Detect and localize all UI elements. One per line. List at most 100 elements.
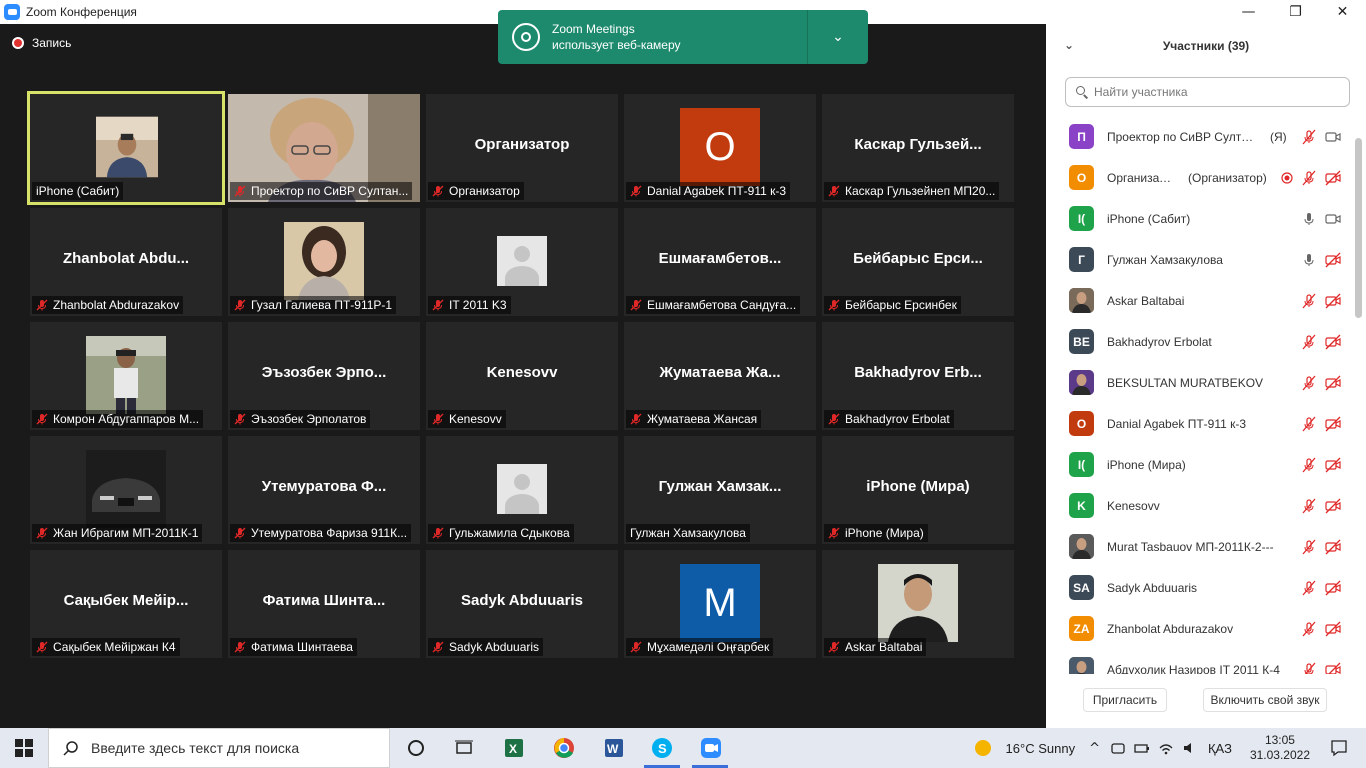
mic-muted-icon[interactable]: [1301, 334, 1317, 350]
clock[interactable]: 13:05 31.03.2022: [1250, 733, 1310, 763]
video-off-icon[interactable]: [1325, 580, 1341, 596]
video-tile[interactable]: Комрон Абдугаппаров М...: [30, 322, 222, 430]
video-off-icon[interactable]: [1325, 662, 1341, 674]
mic-muted-icon[interactable]: [1301, 662, 1317, 674]
video-off-icon[interactable]: [1325, 252, 1341, 268]
mic-muted-icon[interactable]: [1301, 621, 1317, 637]
cortana-icon[interactable]: [402, 734, 430, 762]
mic-muted-icon[interactable]: [1301, 539, 1317, 555]
mic-icon[interactable]: [1301, 252, 1317, 268]
video-icon[interactable]: [1325, 129, 1341, 145]
video-off-icon[interactable]: [1325, 293, 1341, 309]
video-tile[interactable]: Kenesovv Kenesovv: [426, 322, 618, 430]
excel-icon[interactable]: X: [500, 734, 528, 762]
video-tile[interactable]: Гульжамила Сдыкова: [426, 436, 618, 544]
skype-icon[interactable]: S: [648, 734, 676, 762]
video-off-icon[interactable]: [1325, 621, 1341, 637]
mic-muted-icon[interactable]: [1301, 129, 1317, 145]
mic-muted-icon[interactable]: [1301, 375, 1317, 391]
word-icon[interactable]: W: [600, 734, 628, 762]
video-tile[interactable]: M Мұхамедәлі Оңғарбек: [624, 550, 816, 658]
participant-row[interactable]: Г Гулжан Хамзакулова: [1046, 239, 1356, 280]
minimize-button[interactable]: —: [1225, 0, 1272, 24]
participant-row[interactable]: BEKSULTAN MURATBEKOV: [1046, 362, 1356, 403]
video-tile[interactable]: Каскар Гульзей... Каскар Гульзейнеп МП20.…: [822, 94, 1014, 202]
mic-muted-icon[interactable]: [1301, 293, 1317, 309]
video-off-icon[interactable]: [1325, 457, 1341, 473]
video-tile[interactable]: Bakhadyrov Erb... Bakhadyrov Erbolat: [822, 322, 1014, 430]
video-tile[interactable]: Жуматаева Жа... Жуматаева Жансая: [624, 322, 816, 430]
participant-search[interactable]: [1065, 77, 1350, 107]
participant-row[interactable]: П Проектор по СиВР Султан... (Я): [1046, 116, 1356, 157]
mic-muted-icon[interactable]: [1301, 498, 1317, 514]
task-view-icon[interactable]: [450, 734, 478, 762]
video-tile[interactable]: iPhone (Сабит): [27, 91, 225, 205]
chevron-down-icon[interactable]: ⌄: [808, 10, 868, 64]
notifications-icon[interactable]: [1330, 739, 1348, 757]
video-tile[interactable]: O Danial Agabek ПТ-911 к-3: [624, 94, 816, 202]
participant-search-input[interactable]: [1094, 85, 1344, 99]
video-tile[interactable]: IT 2011 K3: [426, 208, 618, 316]
chevron-up-icon[interactable]: ^: [1089, 741, 1100, 756]
video-icon[interactable]: [1325, 211, 1341, 227]
chrome-icon[interactable]: [550, 734, 578, 762]
mic-muted-icon[interactable]: [1301, 416, 1317, 432]
participant-name: iPhone (Сабит): [1107, 211, 1191, 226]
video-tile[interactable]: Гулжан Хамзак... Гулжан Хамзакулова: [624, 436, 816, 544]
participant-row[interactable]: O Danial Agabek ПТ-911 к-3: [1046, 403, 1356, 444]
video-tile[interactable]: Бейбарыс Ерси... Бейбарыс Ерсинбек: [822, 208, 1014, 316]
video-tile[interactable]: Гузал Галиева ПТ-911Р-1: [228, 208, 420, 316]
tile-name-text: Askar Baltabai: [845, 640, 923, 654]
participants-scrollbar[interactable]: [1355, 138, 1362, 318]
participant-row[interactable]: SA Sadyk Abduuaris: [1046, 567, 1356, 608]
muted-mic-icon: [36, 413, 48, 425]
video-tile[interactable]: Sadyk Abduuaris Sadyk Abduuaris: [426, 550, 618, 658]
video-tile[interactable]: Проектор по СиВР Султан...: [228, 94, 420, 202]
mic-muted-icon[interactable]: [1301, 457, 1317, 473]
participant-row[interactable]: O Организат... (Организатор): [1046, 157, 1356, 198]
invite-button[interactable]: Пригласить: [1083, 688, 1167, 712]
video-off-icon[interactable]: [1325, 498, 1341, 514]
video-tile[interactable]: Эъзозбек Эрпо... Эъзозбек Эрполатов: [228, 322, 420, 430]
video-off-icon[interactable]: [1325, 334, 1341, 350]
sun-icon: [974, 740, 991, 756]
collapse-panel-icon[interactable]: ⌄: [1064, 38, 1074, 52]
unmute-button[interactable]: Включить свой звук: [1203, 688, 1327, 712]
weather-text[interactable]: 16°C Sunny: [1006, 741, 1076, 756]
participant-row[interactable]: ZA Zhanbolat Abdurazakov: [1046, 608, 1356, 649]
video-off-icon[interactable]: [1325, 416, 1341, 432]
video-tile[interactable]: Фатима Шинта... Фатима Шинтаева: [228, 550, 420, 658]
mic-muted-icon[interactable]: [1301, 170, 1317, 186]
muted-mic-icon: [630, 641, 642, 653]
taskbar-search[interactable]: Введите здесь текст для поиска: [48, 728, 390, 768]
zoom-taskbar-icon[interactable]: [697, 734, 725, 762]
participant-row[interactable]: K Kenesovv: [1046, 485, 1356, 526]
video-tile[interactable]: Ешмағамбетов... Ешмағамбетова Сандуға...: [624, 208, 816, 316]
participant-row[interactable]: Askar Baltabai: [1046, 280, 1356, 321]
video-off-icon[interactable]: [1325, 539, 1341, 555]
participant-name: Zhanbolat Abdurazakov: [1107, 621, 1234, 636]
video-tile[interactable]: iPhone (Мира) iPhone (Мира): [822, 436, 1014, 544]
tile-big-name: Жуматаева Жа...: [659, 364, 781, 381]
mic-muted-icon[interactable]: [1301, 580, 1317, 596]
video-tile[interactable]: Сақыбек Мейір... Сақыбек Мейіржан К4: [30, 550, 222, 658]
mic-icon[interactable]: [1301, 211, 1317, 227]
video-off-icon[interactable]: [1325, 170, 1341, 186]
video-tile[interactable]: Жан Ибрагим МП-2011К-1: [30, 436, 222, 544]
close-button[interactable]: ✕: [1319, 0, 1366, 24]
video-off-icon[interactable]: [1325, 375, 1341, 391]
participant-avatar: П: [1069, 124, 1094, 149]
recording-indicator[interactable]: Запись: [12, 36, 71, 50]
video-tile[interactable]: Утемуратова Ф... Утемуратова Фариза 911К.…: [228, 436, 420, 544]
video-tile[interactable]: Zhanbolat Abdu... Zhanbolat Abdurazakov: [30, 208, 222, 316]
video-tile[interactable]: Организатор Организатор: [426, 94, 618, 202]
language-indicator[interactable]: ҚАЗ: [1208, 741, 1232, 756]
windows-start-icon[interactable]: [0, 728, 48, 768]
participant-row[interactable]: Murat Tasbauov МП-2011К-2---: [1046, 526, 1356, 567]
participant-row[interactable]: I(iPhone (Мира): [1046, 444, 1356, 485]
participant-row[interactable]: Абдухолиқ Назиров IT 2011 К-4: [1046, 649, 1356, 674]
restore-button[interactable]: ❐: [1272, 0, 1319, 24]
participant-row[interactable]: BE Bakhadyrov Erbolat: [1046, 321, 1356, 362]
video-tile[interactable]: Askar Baltabai: [822, 550, 1014, 658]
participant-row[interactable]: I(iPhone (Сабит): [1046, 198, 1356, 239]
